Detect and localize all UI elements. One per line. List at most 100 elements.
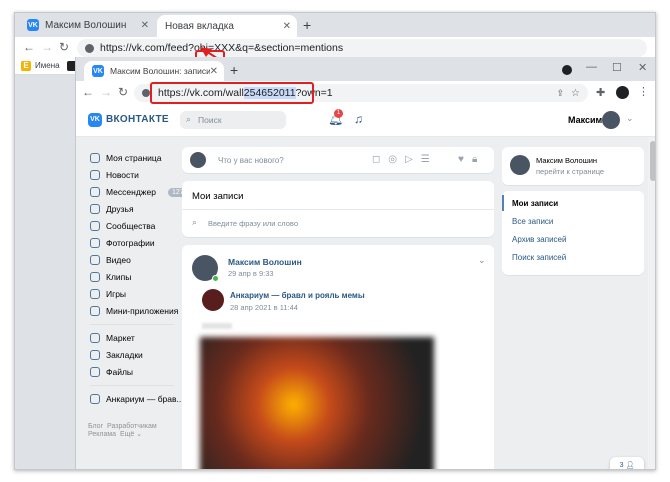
footer-dev-link[interactable]: Разработчикам — [107, 423, 157, 430]
outer-tab-label: Новая вкладка — [165, 20, 234, 32]
scrollbar-thumb[interactable] — [650, 141, 655, 181]
reload-icon[interactable]: ↻ — [59, 40, 69, 54]
person-icon: 👤︎ — [625, 462, 635, 469]
blurred-post-image[interactable] — [200, 337, 434, 469]
close-window-icon[interactable]: ✕ — [638, 61, 647, 74]
sidebar-item-clips[interactable]: Клипы — [90, 270, 131, 284]
minimize-icon[interactable]: — — [586, 61, 597, 73]
annotation-highlight-inner-url — [150, 82, 314, 104]
search-placeholder: Поиск — [198, 115, 222, 125]
photo-icon — [90, 238, 100, 248]
sidebar-item-my-page[interactable]: Моя страница — [90, 151, 162, 165]
profile-avatar-icon[interactable] — [616, 86, 629, 99]
divider — [182, 209, 494, 210]
outer-tab-vk[interactable]: VK Максим Волошин ✕ — [19, 13, 155, 37]
post-composer[interactable]: Что у вас нового? ◻◎▷☰ ♥🔒︎ — [182, 147, 494, 173]
apps-icon — [90, 306, 100, 316]
repost-date[interactable]: 28 апр 2021 в 11:44 — [230, 303, 298, 312]
sidebar-divider — [90, 324, 174, 325]
post-author-name[interactable]: Максим Волошин — [228, 257, 302, 267]
sidebar-item-photos[interactable]: Фотографии — [90, 236, 155, 250]
vk-content: Моя страница Новости Мессенджер 127 Друзь… — [76, 137, 655, 469]
vk-logo-text[interactable]: ВКОНТАКТЕ — [106, 114, 169, 125]
vk-logo-icon[interactable]: VK — [88, 113, 102, 127]
footer-blog-link[interactable]: Блог — [88, 423, 103, 430]
vk-favicon-icon: VK — [27, 19, 39, 31]
right-nav-search[interactable]: Поиск записей — [512, 253, 566, 262]
scrollbar[interactable] — [648, 137, 655, 469]
star-icon[interactable]: ☆ — [571, 88, 580, 99]
user-name[interactable]: Максим — [568, 115, 602, 125]
close-icon[interactable]: ✕ — [210, 66, 218, 77]
close-icon[interactable]: ✕ — [141, 20, 149, 31]
close-icon[interactable]: ✕ — [283, 21, 291, 32]
my-posts-title: Мои записи — [192, 191, 244, 202]
sidebar-item-files[interactable]: Файлы — [90, 365, 133, 379]
back-arrow-icon[interactable]: ← — [82, 85, 94, 99]
chevron-down-icon[interactable]: ⌄ — [626, 113, 634, 124]
composer-attach-icons[interactable]: ◻◎▷☰ — [372, 154, 438, 165]
sidebar-item-mini-apps[interactable]: Мини-приложения — [90, 304, 178, 318]
right-nav-my-posts[interactable]: Мои записи — [512, 199, 558, 208]
profile-card[interactable]: Максим Волошин перейти к странице — [502, 147, 644, 185]
inner-tab-vk[interactable]: VK Максим Волошин: записи проф ✕ — [84, 61, 224, 81]
composer-settings-icons[interactable]: ♥🔒︎ — [458, 154, 485, 165]
chat-fab-button[interactable]: 3 👤︎ — [610, 457, 644, 469]
sidebar-item-market[interactable]: Маркет — [90, 331, 135, 345]
back-arrow-icon[interactable]: ← — [23, 40, 35, 54]
extensions-icon[interactable]: ✚ — [596, 86, 605, 99]
outer-address-bar[interactable]: https://vk.com/feed?obj=XXX&q=&section=m… — [77, 39, 647, 57]
groups-icon — [90, 221, 100, 231]
right-nav-all-posts[interactable]: Все записи — [512, 217, 553, 226]
reload-icon[interactable]: ↻ — [118, 85, 128, 99]
posts-search-input[interactable]: Введите фразу или слово — [208, 219, 298, 228]
repost-avatar[interactable] — [202, 289, 224, 311]
media-control-icon[interactable] — [562, 65, 572, 75]
outer-tab-new[interactable]: Новая вкладка ✕ — [157, 15, 297, 37]
clips-icon — [90, 272, 100, 282]
online-indicator — [212, 275, 219, 282]
profile-card-link[interactable]: перейти к странице — [536, 167, 604, 176]
sidebar-footer: Блог Разработчикам Реклама Ещё ⌄ — [88, 423, 157, 438]
right-nav-card: Мои записи Все записи Архив записей Поис… — [502, 191, 644, 275]
sidebar-divider — [90, 385, 174, 386]
maximize-icon[interactable]: ☐ — [612, 61, 622, 74]
repost-author-name[interactable]: Анкариум — бравл и рояль мемы — [230, 291, 365, 300]
bookmark-label[interactable]: Имена — [35, 61, 60, 70]
composer-avatar — [190, 152, 206, 168]
news-icon — [90, 170, 100, 180]
lock-icon — [142, 89, 150, 97]
footer-ads-link[interactable]: Реклама — [88, 431, 116, 438]
active-indicator — [502, 195, 504, 211]
sidebar-item-news[interactable]: Новости — [90, 168, 139, 182]
user-avatar[interactable] — [602, 111, 620, 129]
share-icon[interactable]: ⇪ — [556, 88, 564, 99]
vk-search-input[interactable]: ⌕ Поиск — [180, 111, 286, 129]
sidebar-item-group[interactable]: Анкариум — брав... — [90, 392, 184, 406]
sidebar-item-video[interactable]: Видео — [90, 253, 131, 267]
vk-favicon-icon: VK — [92, 65, 104, 77]
outer-tab-label: Максим Волошин — [45, 19, 127, 31]
blurred-text — [202, 323, 232, 329]
sidebar-item-groups[interactable]: Сообщества — [90, 219, 155, 233]
sidebar-item-messenger[interactable]: Мессенджер 127 — [90, 185, 188, 199]
video-icon — [90, 255, 100, 265]
new-tab-button[interactable]: + — [230, 62, 238, 78]
my-posts-card: Мои записи ⌕ Введите фразу или слово — [182, 181, 494, 237]
new-tab-button[interactable]: + — [303, 17, 311, 33]
profile-card-avatar — [510, 155, 530, 175]
forward-arrow-icon[interactable]: → — [41, 40, 53, 54]
sidebar-item-games[interactable]: Игры — [90, 287, 126, 301]
music-icon[interactable]: ♫ — [354, 112, 363, 126]
sidebar-item-friends[interactable]: Друзья — [90, 202, 134, 216]
post-date[interactable]: 29 апр в 9:33 — [228, 269, 274, 278]
composer-placeholder: Что у вас нового? — [218, 156, 284, 165]
post-menu-chevron-icon[interactable]: ⌄ — [478, 255, 486, 266]
forward-arrow-icon[interactable]: → — [100, 85, 112, 99]
chat-fab-count: 3 — [619, 462, 624, 469]
right-nav-archive[interactable]: Архив записей — [512, 235, 566, 244]
menu-icon[interactable]: ⋮ — [638, 85, 649, 98]
sidebar-item-bookmarks[interactable]: Закладки — [90, 348, 143, 362]
footer-more-link[interactable]: Ещё — [120, 431, 134, 438]
search-icon: ⌕ — [186, 114, 192, 124]
